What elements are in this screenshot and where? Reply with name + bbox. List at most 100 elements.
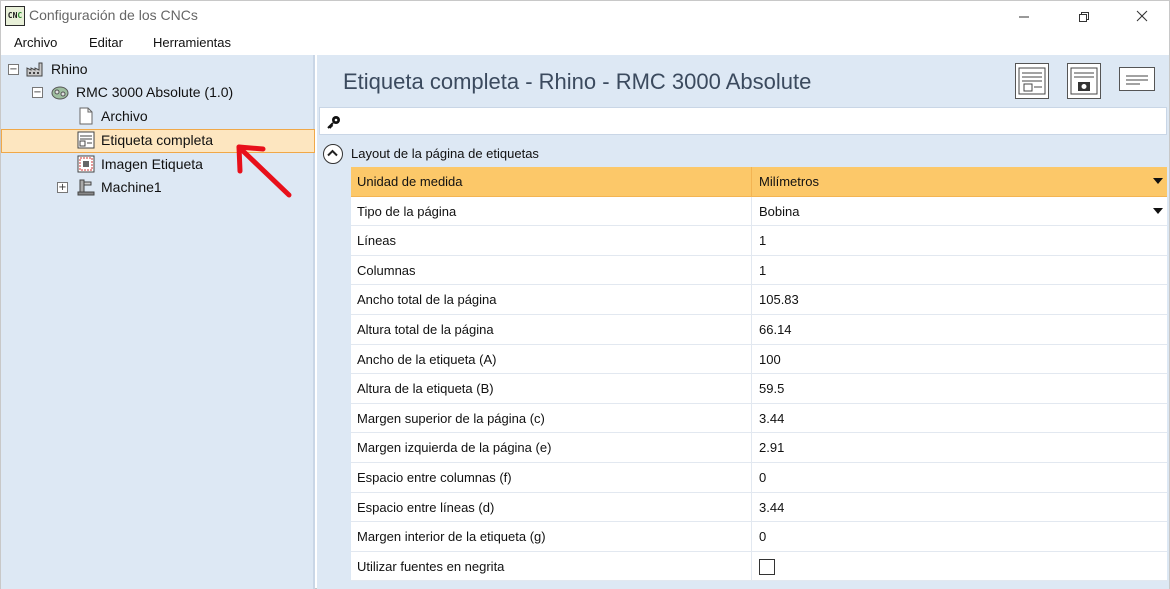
tree-item-rmc-3000[interactable]: RMC 3000 Absolute (1.0) bbox=[76, 81, 233, 103]
property-grid: Unidad de medida Milímetros Tipo de la pág… bbox=[351, 167, 1167, 582]
menu-bar: Archivo Editar Herramientas bbox=[1, 31, 1169, 55]
property-value-input[interactable]: 1 bbox=[759, 226, 766, 255]
cell-divider bbox=[751, 492, 752, 522]
properties-panel: Etiqueta completa - Rhino - RMC 3000 Abs… bbox=[317, 55, 1169, 589]
property-value-input[interactable]: 0 bbox=[759, 522, 766, 551]
property-name: Líneas bbox=[357, 233, 397, 249]
dropdown-arrow-icon[interactable] bbox=[1153, 178, 1163, 184]
property-name: Tipo de la página bbox=[357, 203, 457, 219]
property-row[interactable]: Margen superior de la página (c) 3.44 bbox=[351, 403, 1167, 434]
property-row[interactable]: Utilizar fuentes en negrita bbox=[351, 551, 1167, 582]
cell-divider bbox=[751, 226, 752, 256]
menu-archivo[interactable]: Archivo bbox=[14, 35, 57, 50]
cell-divider bbox=[751, 403, 752, 433]
label-sheet-icon bbox=[77, 131, 95, 149]
group-header-layout[interactable]: Layout de la página de etiquetas bbox=[319, 139, 1167, 167]
property-name: Unidad de medida bbox=[357, 174, 463, 189]
cnc-machine-icon bbox=[51, 86, 69, 100]
property-value-input[interactable]: 59.5 bbox=[759, 374, 784, 403]
expand-machine1-button[interactable]: + bbox=[57, 182, 68, 193]
group-title: Layout de la página de etiquetas bbox=[351, 146, 539, 161]
property-dropdown-value[interactable]: Bobina bbox=[759, 197, 799, 226]
cell-divider bbox=[751, 314, 752, 344]
app-window: CNC Configuración de los CNCs Archivo Ed… bbox=[0, 0, 1170, 589]
cnc-app-icon: CNC bbox=[5, 6, 25, 26]
property-row[interactable]: Ancho de la etiqueta (A) 100 bbox=[351, 344, 1167, 375]
dropdown-arrow-icon[interactable] bbox=[1153, 207, 1163, 214]
menu-editar[interactable]: Editar bbox=[89, 35, 123, 50]
property-value-input[interactable]: 2.91 bbox=[759, 433, 784, 462]
full-label-icon bbox=[1018, 67, 1046, 95]
property-name: Ancho de la etiqueta (A) bbox=[357, 351, 497, 367]
property-name: Altura de la etiqueta (B) bbox=[357, 381, 494, 397]
property-name: Columnas bbox=[357, 262, 416, 278]
collapse-machine-button[interactable]: − bbox=[32, 87, 43, 98]
property-row[interactable]: Margen izquierda de la página (e) 2.91 bbox=[351, 433, 1167, 463]
property-search-bar[interactable] bbox=[319, 107, 1167, 135]
collapse-group-button[interactable] bbox=[323, 144, 343, 164]
tree-item-etiqueta-completa[interactable]: Etiqueta completa bbox=[101, 129, 213, 151]
key-search-icon bbox=[327, 116, 340, 129]
restore-button[interactable] bbox=[1061, 1, 1107, 31]
property-row[interactable]: Ancho total de la página 105.83 bbox=[351, 285, 1167, 315]
cell-divider bbox=[751, 344, 752, 374]
property-value-input[interactable]: 3.44 bbox=[759, 493, 784, 522]
property-row[interactable]: Margen interior de la etiqueta (g) 0 bbox=[351, 522, 1167, 552]
property-value-input[interactable]: 1 bbox=[759, 256, 766, 285]
tree-item-archivo[interactable]: Archivo bbox=[101, 105, 148, 127]
title-bar: CNC Configuración de los CNCs bbox=[1, 1, 1169, 31]
close-icon bbox=[1136, 10, 1148, 22]
property-row[interactable]: Altura de la etiqueta (B) 59.5 bbox=[351, 374, 1167, 404]
property-row[interactable]: Tipo de la página Bobina bbox=[351, 196, 1167, 227]
property-name: Altura total de la página bbox=[357, 321, 494, 337]
property-value-input[interactable]: 105.83 bbox=[759, 285, 799, 314]
cell-divider bbox=[751, 374, 752, 404]
machine-icon bbox=[77, 179, 95, 196]
cell-divider bbox=[751, 462, 752, 492]
label-image-view-button[interactable] bbox=[1067, 63, 1101, 99]
property-row[interactable]: Columnas 1 bbox=[351, 255, 1167, 286]
property-value-input[interactable]: 66.14 bbox=[759, 315, 792, 344]
cell-divider bbox=[751, 522, 752, 552]
config-tree: − Rhino − RMC 3000 Absolute (1.0) Archiv… bbox=[1, 55, 315, 589]
tree-item-imagen-etiqueta[interactable]: Imagen Etiqueta bbox=[101, 153, 203, 175]
cell-divider bbox=[751, 196, 752, 226]
property-name: Utilizar fuentes en negrita bbox=[357, 558, 505, 574]
menu-herramientas[interactable]: Herramientas bbox=[153, 35, 231, 50]
factory-icon bbox=[26, 62, 43, 77]
cell-divider bbox=[751, 285, 752, 315]
text-label-icon bbox=[1126, 75, 1148, 85]
document-icon bbox=[79, 107, 93, 125]
property-name: Ancho total de la página bbox=[357, 292, 497, 308]
full-label-view-button[interactable] bbox=[1015, 63, 1049, 99]
bold-fonts-checkbox[interactable] bbox=[759, 558, 775, 575]
collapse-rhino-button[interactable]: − bbox=[8, 64, 19, 75]
property-row[interactable]: Espacio entre columnas (f) 0 bbox=[351, 462, 1167, 493]
window-title: Configuración de los CNCs bbox=[29, 7, 198, 23]
property-value-input[interactable]: 3.44 bbox=[759, 404, 784, 433]
property-name: Espacio entre líneas (d) bbox=[357, 499, 495, 515]
property-name: Espacio entre columnas (f) bbox=[357, 469, 512, 485]
minimize-button[interactable] bbox=[1001, 1, 1047, 31]
close-button[interactable] bbox=[1119, 1, 1165, 31]
restore-icon bbox=[1079, 12, 1089, 23]
property-row[interactable]: Líneas 1 bbox=[351, 226, 1167, 256]
property-name: Margen superior de la página (c) bbox=[357, 410, 545, 426]
property-name: Margen izquierda de la página (e) bbox=[357, 440, 552, 456]
minimize-icon bbox=[1019, 16, 1029, 18]
tree-item-rhino[interactable]: Rhino bbox=[51, 58, 88, 80]
chevron-up-icon bbox=[327, 149, 338, 157]
tree-item-machine1[interactable]: Machine1 bbox=[101, 176, 162, 198]
property-row[interactable]: Espacio entre líneas (d) 3.44 bbox=[351, 492, 1167, 523]
property-value-input[interactable]: 100 bbox=[759, 345, 781, 374]
property-dropdown-value[interactable]: Milímetros bbox=[759, 167, 819, 196]
property-row[interactable]: Altura total de la página 66.14 bbox=[351, 314, 1167, 345]
property-row[interactable]: Unidad de medida Milímetros bbox=[351, 167, 1167, 197]
label-image-icon bbox=[77, 155, 95, 173]
text-label-view-button[interactable] bbox=[1119, 67, 1155, 91]
cell-divider bbox=[751, 551, 752, 581]
page-title: Etiqueta completa - Rhino - RMC 3000 Abs… bbox=[343, 69, 812, 94]
property-value-input[interactable]: 0 bbox=[759, 463, 766, 492]
image-label-icon bbox=[1070, 67, 1098, 95]
property-name: Margen interior de la etiqueta (g) bbox=[357, 529, 546, 545]
